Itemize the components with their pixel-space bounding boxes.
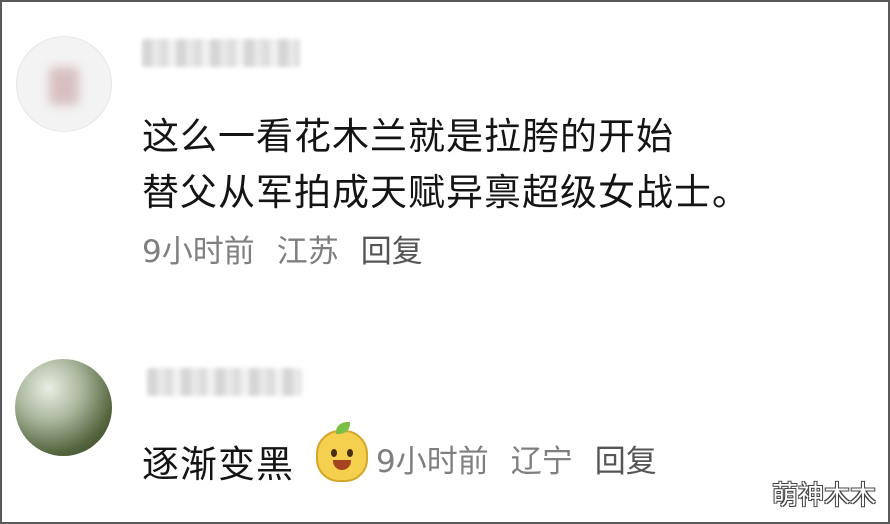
mango-face-emoji-icon bbox=[316, 422, 368, 482]
watermark: 萌神木木 bbox=[771, 481, 876, 511]
reply-button[interactable]: 回复 bbox=[595, 444, 657, 480]
timestamp: 9小时前 bbox=[376, 444, 489, 480]
comment-text: 逐渐变黑 bbox=[142, 443, 294, 486]
avatar[interactable] bbox=[15, 359, 112, 456]
comment-screenshot-frame: 这么一看花木兰就是拉胯的开始 替父从军拍成天赋异禀超级女战士。 9小时前 江苏 回复… bbox=[0, 0, 890, 524]
username-blurred[interactable] bbox=[147, 368, 302, 396]
username-blurred[interactable] bbox=[142, 39, 300, 67]
timestamp: 9小时前 bbox=[142, 234, 255, 270]
location: 辽宁 bbox=[510, 444, 573, 480]
comment-text-line-1: 这么一看花木兰就是拉胯的开始 bbox=[142, 115, 674, 158]
location: 江苏 bbox=[276, 234, 339, 270]
comment-meta: 9小时前 辽宁 回复 bbox=[376, 436, 679, 481]
avatar[interactable] bbox=[16, 36, 112, 132]
reply-button[interactable]: 回复 bbox=[361, 234, 423, 270]
comment-text-line-2: 替父从军拍成天赋异禀超级女战士。 bbox=[142, 171, 750, 214]
comment-meta: 9小时前 江苏 回复 bbox=[142, 226, 445, 271]
